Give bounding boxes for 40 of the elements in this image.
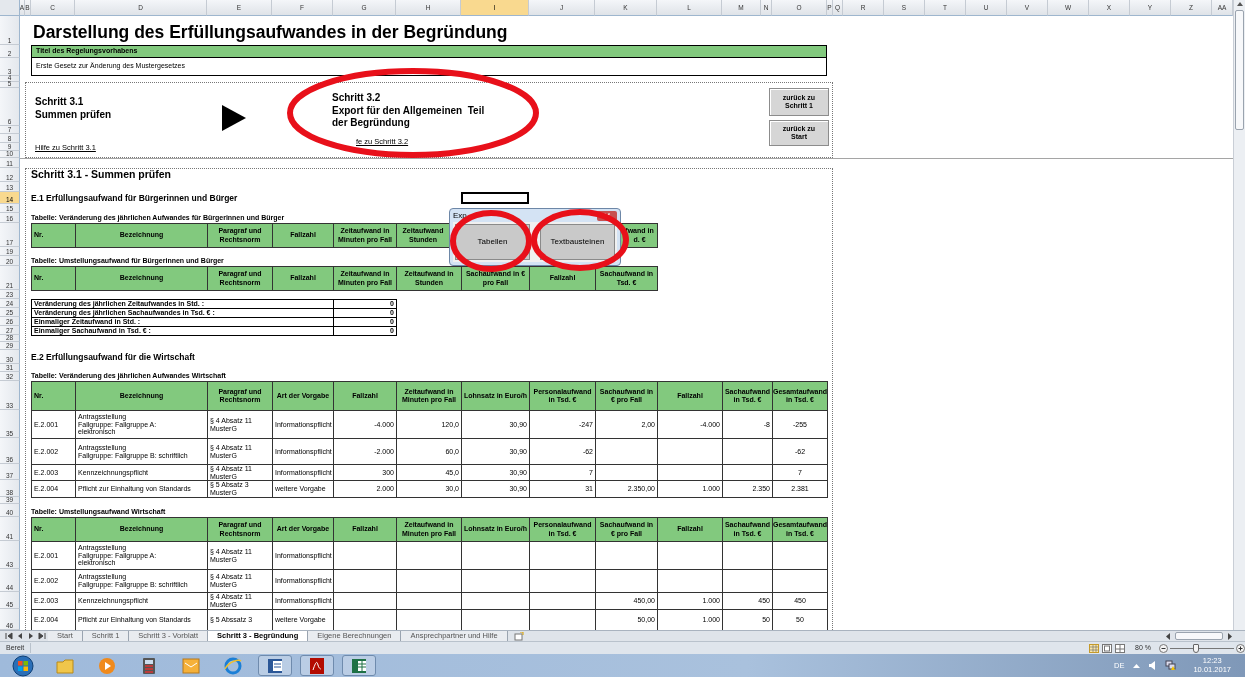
play-arrow-icon bbox=[222, 105, 246, 131]
normal-view-icon bbox=[1089, 643, 1100, 653]
taskbar-button[interactable] bbox=[342, 655, 376, 676]
vertical-scrollbar[interactable] bbox=[1233, 0, 1245, 630]
step-title: Schritt 3.1 Summen prüfen bbox=[35, 96, 113, 121]
calculator-icon bbox=[140, 656, 158, 675]
page-title: Darstellung des Erfüllungsaufwandes in der Begründung bbox=[32, 20, 509, 44]
word-processor-icon bbox=[266, 656, 284, 675]
section-heading: E.1 Erfüllungsaufwand für Bürgerinnen und Bürger bbox=[31, 191, 239, 205]
page-layout-icon bbox=[1102, 643, 1113, 653]
first-sheet-icon bbox=[5, 632, 13, 640]
taskbar-button[interactable] bbox=[258, 655, 292, 676]
zoom-in-icon bbox=[1236, 643, 1245, 653]
start-orb-icon bbox=[12, 654, 34, 677]
folder-icon bbox=[56, 656, 74, 675]
step-title: Schritt 3.2 Export für den Allgemeinen Teil der Begründung bbox=[332, 92, 486, 130]
cell-cursor bbox=[461, 192, 529, 204]
slider-thumb[interactable] bbox=[1192, 643, 1199, 653]
section-heading: E.2 Erfüllungsaufwand für die Wirtschaft bbox=[31, 350, 196, 364]
insert-sheet-icon bbox=[513, 632, 524, 641]
browser-icon bbox=[224, 656, 242, 675]
media-player-icon bbox=[98, 656, 116, 675]
scroll-up-icon bbox=[1235, 0, 1244, 8]
section-title: Schritt 3.1 - Summen prüfen bbox=[31, 167, 173, 183]
pdf-icon bbox=[308, 656, 326, 675]
scroll-thumb[interactable] bbox=[1175, 632, 1223, 640]
scroll-thumb[interactable] bbox=[1235, 10, 1244, 130]
show-hidden-icons-icon bbox=[1133, 663, 1141, 668]
scroll-left-icon bbox=[1165, 632, 1171, 640]
last-sheet-icon bbox=[38, 632, 46, 640]
dialog-button[interactable]: Textbausteinen bbox=[540, 224, 615, 260]
spreadsheet-icon bbox=[350, 656, 368, 675]
zoom-slider[interactable] bbox=[1170, 643, 1234, 653]
speaker-icon bbox=[1149, 661, 1157, 670]
page-break-icon bbox=[1115, 643, 1126, 653]
network-icon bbox=[1165, 660, 1177, 671]
mail-icon bbox=[182, 656, 200, 675]
zoom-out-icon bbox=[1159, 643, 1168, 653]
scroll-right-icon bbox=[1227, 632, 1233, 640]
taskbar-button[interactable] bbox=[300, 655, 334, 676]
